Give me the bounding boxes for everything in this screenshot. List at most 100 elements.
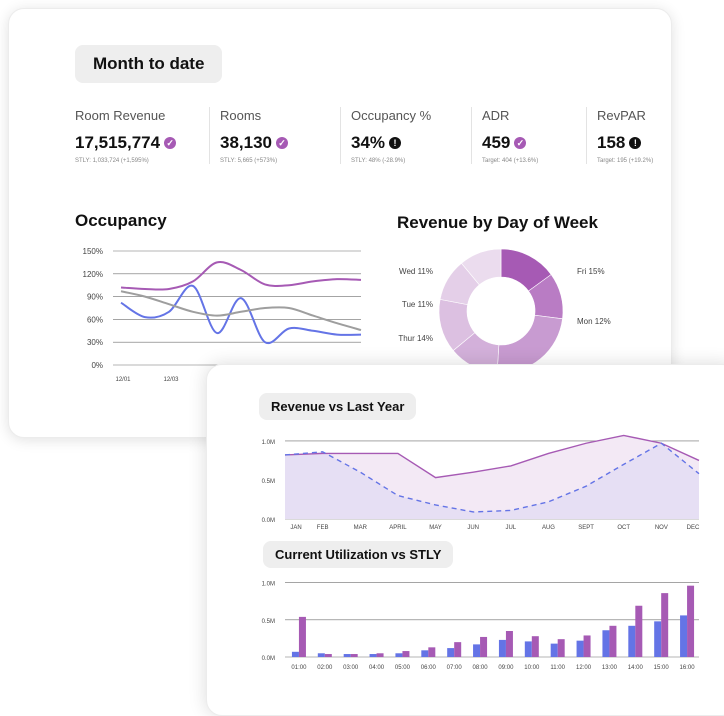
x-tick-label: 16:00: [680, 665, 696, 671]
x-tick-label: 07:00: [447, 665, 463, 671]
utilization-bar: [350, 654, 358, 657]
month-to-date-title: Month to date: [75, 45, 223, 83]
utilization-bar: [369, 654, 377, 657]
kpi-value: 38,130: [220, 133, 272, 152]
y-tick-label: 60%: [87, 315, 103, 324]
kpi-subtext: STLY: 1,033,724 (+1,595%): [75, 158, 149, 164]
kpi-row: Room Revenue 17,515,774 ✓ STLY: 1,033,724 (…: [75, 107, 697, 164]
x-tick-label: 13:00: [602, 665, 618, 671]
utilization-bar: [687, 585, 695, 657]
x-tick-label: JUN: [467, 525, 479, 531]
kpi-subtext: STLY: 5,665 (+573%): [220, 158, 278, 164]
x-tick-label: 04:00: [369, 665, 385, 671]
kpi-label: Rooms: [220, 108, 262, 123]
utilization-bar: [376, 653, 384, 657]
kpi-3: ADR 459 ✓ Target: 404 (+13.6%): [471, 107, 586, 164]
x-tick-label: MAR: [354, 525, 368, 531]
x-tick-label: DEC: [687, 525, 700, 531]
occupancy-title: Occupancy: [75, 211, 167, 230]
donut-slice-label: Fri 15%: [577, 267, 605, 276]
kpi-subtext: Target: 404 (+13.6%): [482, 158, 539, 164]
x-tick-label: 05:00: [395, 665, 411, 671]
check-circle-icon: ✓: [164, 137, 177, 149]
utilization-bar: [609, 625, 617, 657]
kpi-value: 34%: [351, 133, 386, 152]
x-tick-label: JAN: [290, 525, 301, 531]
donut-slice-label: Wed 11%: [399, 267, 433, 276]
utilization-chart: 1.0M 0.5M 0.0M 01:00 02:00 03:00 04:00 05:00 06:…: [262, 582, 699, 671]
y-tick-label: 0.5M: [262, 479, 275, 485]
utilization-bar: [661, 593, 669, 657]
kpi-2: Occupancy % 34%! STLY: 48% (-28.9%): [340, 107, 471, 164]
kpi-value: 17,515,774: [75, 133, 161, 152]
occupancy-series-line: [120, 261, 362, 291]
utilization-bar: [583, 635, 591, 657]
x-tick-label: AUG: [542, 525, 555, 531]
utilization-bar: [680, 615, 688, 657]
utilization-bar: [343, 654, 351, 657]
y-tick-label: 0%: [91, 361, 103, 370]
utilization-bar: [324, 654, 332, 657]
x-tick-label: 10:00: [524, 665, 540, 671]
utilization-bar: [531, 636, 539, 657]
utilization-bar: [298, 616, 306, 657]
donut-slice-label: Mon 12%: [577, 317, 611, 326]
kpi-subtext: Target: 195 (+19.2%): [597, 158, 654, 164]
alert-circle-icon: !: [629, 137, 642, 149]
x-tick-label: FEB: [317, 525, 329, 531]
utilization-bar: [602, 630, 610, 657]
utilization-bar: [550, 643, 558, 657]
x-tick-label: MAY: [429, 525, 442, 531]
donut-slice-label: Thur 14%: [398, 334, 433, 343]
kpi-subtext: STLY: 48% (-28.9%): [351, 158, 406, 164]
check-circle-icon: ✓: [276, 137, 288, 149]
utilization-bar: [654, 621, 662, 657]
utilization-bar: [454, 642, 462, 657]
utilization-bar: [402, 651, 410, 657]
y-tick-label: 0.5M: [262, 619, 275, 625]
kpi-label: RevPAR: [597, 108, 646, 123]
kpi-label: Room Revenue: [75, 108, 166, 123]
utilization-bar: [576, 640, 584, 657]
kpi-value: 158: [597, 133, 626, 152]
x-tick-label: 02:00: [317, 665, 333, 671]
kpi-label: Occupancy %: [351, 108, 432, 123]
x-tick-label: SEPT: [578, 525, 594, 531]
y-tick-label: 120%: [83, 270, 103, 279]
utilization-bar: [395, 653, 403, 657]
y-tick-label: 30%: [87, 338, 103, 347]
utilization-bar: [505, 631, 513, 657]
x-tick-label: 12/01: [115, 377, 131, 383]
utilization-bar: [480, 636, 488, 657]
x-tick-label: 12:00: [576, 665, 592, 671]
revenue-vs-ly-chart: 1.0M 0.5M 0.0M JAN FEB MAR APRIL MAY JUN JUL AUG SE…: [262, 434, 700, 531]
utilization-bar: [473, 644, 481, 657]
utilization-bar: [628, 625, 636, 657]
x-tick-label: JUL: [505, 525, 516, 531]
revenue-dow-title: Revenue by Day of Week: [397, 213, 598, 232]
revenue-vs-ly-title: Revenue vs Last Year: [259, 393, 417, 420]
y-tick-label: 1.0M: [262, 440, 275, 446]
revenue-utilization-card: Revenue vs Last Year 1.0M 0.5M 0.0M JAN FEB M…: [206, 364, 724, 716]
donut-slice-label: Tue 11%: [402, 300, 433, 309]
x-tick-label: 15:00: [654, 665, 670, 671]
utilization-bar: [557, 639, 565, 657]
utilization-bar: [524, 641, 532, 657]
y-tick-label: 0.0M: [262, 656, 275, 662]
kpi-value: 459: [482, 133, 511, 152]
utilization-title: Current Utilization vs STLY: [263, 541, 454, 568]
kpi-1: Rooms 38,130 ✓ STLY: 5,665 (+573%): [209, 107, 340, 164]
x-tick-label: 03:00: [343, 665, 359, 671]
utilization-bar: [447, 648, 455, 657]
occupancy-chart: 150%120%90%60%30%0%12/0112/0312/05: [83, 247, 362, 383]
y-tick-label: 1.0M: [262, 582, 275, 588]
y-tick-label: 90%: [87, 293, 103, 302]
revenue-dow-chart: Fri 15%Mon 12%Sat 24%Sun 13%Thur 14%Tue …: [398, 248, 611, 371]
utilization-bar: [635, 605, 643, 657]
x-tick-label: 08:00: [473, 665, 489, 671]
kpi-0: Room Revenue 17,515,774 ✓ STLY: 1,033,724 (…: [75, 107, 209, 164]
x-tick-label: 14:00: [628, 665, 644, 671]
x-tick-label: 09:00: [498, 665, 514, 671]
utilization-bar: [291, 651, 299, 657]
utilization-bar: [421, 650, 429, 657]
